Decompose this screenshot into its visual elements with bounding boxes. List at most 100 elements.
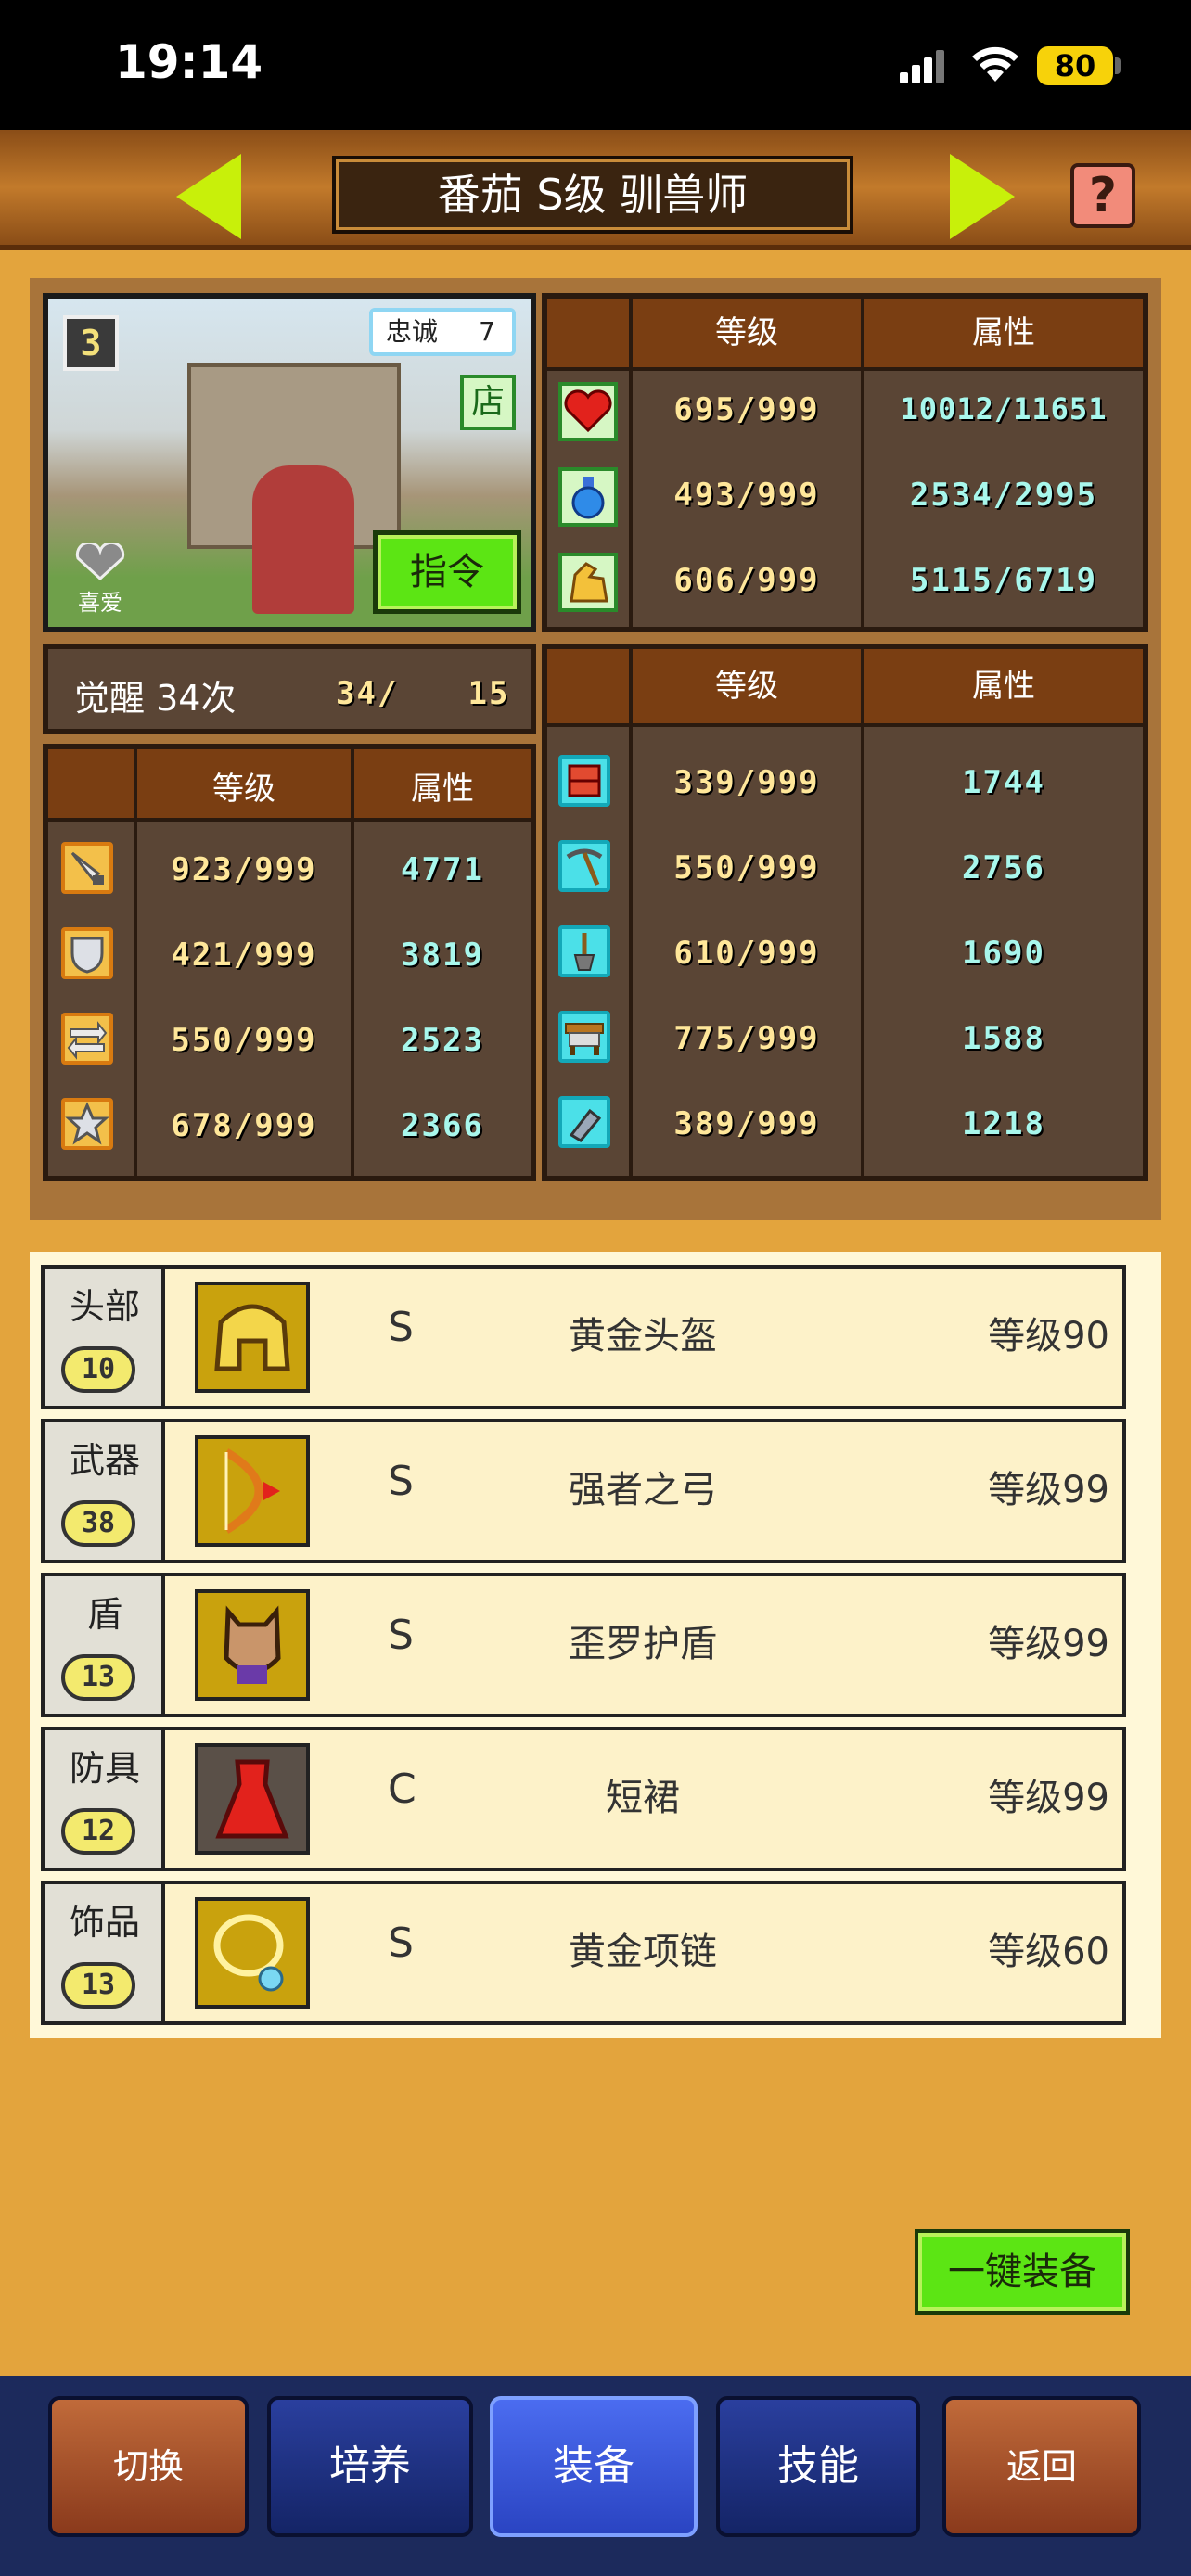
tool-level: 389/999 (673, 1105, 820, 1142)
slot-level-badge: 13 (61, 1962, 135, 2009)
command-button[interactable]: 指令 (373, 530, 521, 614)
slot-level-badge: 12 (61, 1808, 135, 1855)
equipment-row-accessory[interactable]: 饰品 13 S 黄金项链 等级60 (41, 1881, 1126, 2025)
craft-attr: 1588 (962, 1020, 1045, 1057)
heart-outline-icon (75, 541, 125, 581)
col-divider (861, 649, 864, 1176)
awakening-max: 15 (467, 675, 510, 712)
row-divider (547, 723, 1143, 727)
brick-icon (558, 755, 610, 807)
attribute-header: 属性 (864, 299, 1143, 367)
equipment-rank: S (388, 1919, 414, 1967)
mana-potion-icon (558, 467, 618, 527)
combat-stats-table: 等级 属性 923/999 4771 421/999 3819 550/999 … (43, 744, 536, 1181)
slot-level-badge: 38 (61, 1500, 135, 1547)
equipment-rank: C (388, 1766, 416, 1813)
slot-cell: 武器 38 (45, 1422, 165, 1560)
equipment-row-weapon[interactable]: 武器 38 S 强者之弓 等级99 (41, 1419, 1126, 1563)
slot-label: 饰品 (69, 1902, 140, 1943)
prev-character-arrow-icon[interactable] (176, 154, 241, 239)
character-title: 番茄 S级 驯兽师 (332, 156, 853, 234)
header-spacer (547, 649, 629, 723)
equipment-name: 强者之弓 (569, 1469, 717, 1511)
awakening-bar: 觉醒 34次 34/ 15 (43, 644, 536, 734)
star-icon (61, 1098, 113, 1150)
train-tab[interactable]: 培养 (267, 2396, 473, 2537)
hp-attr: 10012/11651 (900, 391, 1108, 427)
equip-tab[interactable]: 装备 (490, 2396, 698, 2537)
favorite-toggle[interactable]: 喜爱 (63, 541, 137, 616)
shop-button[interactable]: 店 (460, 375, 516, 430)
craft-level: 775/999 (673, 1020, 820, 1057)
red-skirt-icon (195, 1743, 310, 1855)
dig-attr: 1690 (962, 935, 1045, 972)
slot-label: 盾 (86, 1594, 122, 1635)
power-level: 606/999 (673, 562, 820, 599)
dig-level: 610/999 (673, 935, 820, 972)
slot-cell: 防具 12 (45, 1730, 165, 1868)
equipment-name: 黄金头盔 (569, 1315, 717, 1358)
equipment-level: 等级60 (988, 1931, 1109, 1973)
work-stats-table: 等级 属性 339/999 1744 550/999 2756 610/999 … (542, 644, 1148, 1181)
slot-label: 武器 (69, 1440, 140, 1481)
shield-icon (61, 927, 113, 979)
attribute-header: 属性 (864, 649, 1143, 723)
defense-level: 421/999 (171, 937, 317, 974)
back-button[interactable]: 返回 (942, 2396, 1141, 2537)
equipment-level: 等级99 (988, 1469, 1109, 1511)
equipment-level: 等级99 (988, 1623, 1109, 1665)
equip-all-button[interactable]: 一键装备 (915, 2229, 1130, 2315)
speed-arrows-icon (61, 1013, 113, 1065)
speed-attr: 2523 (401, 1022, 484, 1059)
loyalty-value: 7 (479, 316, 495, 347)
gold-necklace-icon (195, 1897, 310, 2009)
slot-cell: 头部 10 (45, 1269, 165, 1406)
signal-icon (900, 50, 944, 83)
equipment-row-shield[interactable]: 盾 13 S 歪罗护盾 等级99 (41, 1573, 1126, 1717)
attack-level: 923/999 (171, 851, 317, 888)
battery-indicator: 80 (1037, 46, 1113, 85)
loyalty-label: 忠诚 (386, 316, 439, 347)
hp-level: 695/999 (673, 391, 820, 428)
equipment-row-armor[interactable]: 防具 12 C 短裙 等级99 (41, 1727, 1126, 1871)
golden-helmet-icon (195, 1282, 310, 1393)
tool-icon (558, 1096, 610, 1148)
equipment-name: 短裙 (606, 1777, 680, 1819)
mining-attr: 2756 (962, 849, 1045, 886)
equipment-level: 等级99 (988, 1777, 1109, 1819)
mining-level: 550/999 (673, 849, 820, 886)
battery-tip (1115, 57, 1121, 74)
tool-attr: 1218 (962, 1105, 1045, 1142)
row-divider (48, 818, 531, 822)
header-spacer (547, 299, 629, 367)
character-sprite (252, 465, 354, 614)
build-attr: 1744 (962, 764, 1045, 801)
equipment-name: 黄金项链 (569, 1931, 717, 1973)
cat-shield-icon (195, 1589, 310, 1701)
skill-tab[interactable]: 技能 (716, 2396, 920, 2537)
slot-label: 防具 (69, 1748, 140, 1789)
header-spacer (48, 749, 134, 818)
awakening-value: 34/ (336, 675, 399, 712)
equipment-name: 歪罗护盾 (569, 1623, 717, 1665)
luck-attr: 2366 (401, 1107, 484, 1144)
row-divider (547, 367, 1143, 371)
wifi-icon (972, 46, 1018, 82)
equipment-row-head[interactable]: 头部 10 S 黄金头盔 等级90 (41, 1265, 1126, 1409)
slot-cell: 饰品 13 (45, 1884, 165, 2021)
slot-level-badge: 13 (61, 1654, 135, 1701)
slot-cell: 盾 13 (45, 1576, 165, 1714)
table-icon (558, 1011, 610, 1063)
heart-icon (558, 382, 618, 441)
power-attr: 5115/6719 (909, 562, 1098, 599)
level-header: 等级 (633, 649, 861, 723)
pickaxe-icon (558, 840, 610, 892)
switch-button[interactable]: 切换 (48, 2396, 249, 2537)
equipment-rank: S (388, 1458, 414, 1505)
loyalty-badge: 忠诚 7 (369, 308, 516, 356)
next-character-arrow-icon[interactable] (950, 154, 1015, 239)
slot-label: 头部 (69, 1286, 140, 1327)
shovel-icon (558, 925, 610, 977)
awakening-label: 觉醒 34次 (74, 678, 237, 719)
help-button[interactable]: ? (1070, 163, 1135, 228)
